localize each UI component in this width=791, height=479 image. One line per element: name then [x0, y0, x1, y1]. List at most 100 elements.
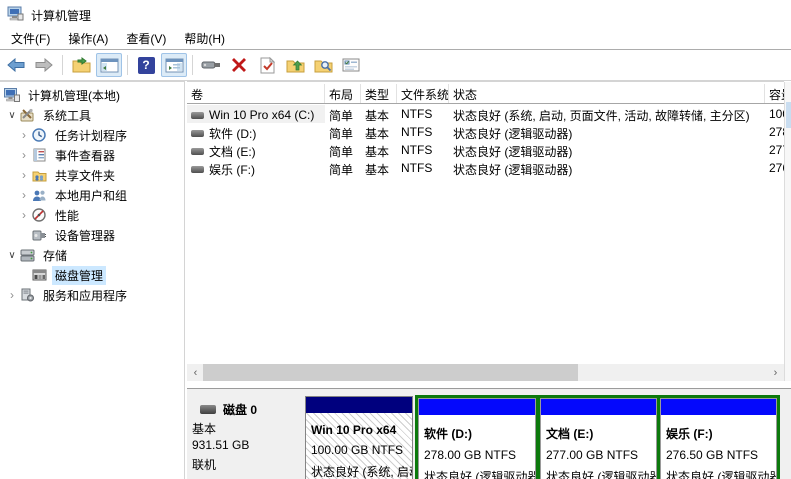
console-tree: 计算机管理(本地) ∨ 系统工具 › 任务计划程序 › 事件查看器 › 共享文件… [0, 81, 185, 479]
tree-item-computer-management-root[interactable]: 计算机管理(本地) [0, 85, 184, 105]
chevron-right-icon[interactable]: › [17, 208, 31, 222]
task-scheduler-icon [31, 128, 47, 142]
volume-icon [191, 129, 204, 137]
volume-row-f[interactable]: 娱乐 (F:) 简单 基本 NTFS 状态良好 (逻辑驱动器) 276.50 G… [187, 159, 784, 177]
column-header-status[interactable]: 状态 [449, 84, 765, 103]
disk-device-icon [201, 59, 221, 71]
volume-layout: 简单 [329, 127, 354, 141]
chevron-down-icon[interactable]: ∨ [5, 250, 19, 261]
tree-item-label: 共享文件夹 [55, 168, 116, 183]
partition-status: 状态良好 (逻辑驱动器) [666, 470, 776, 479]
column-header-volume[interactable]: 卷 [187, 84, 325, 103]
volume-icon [191, 147, 204, 155]
tree-item-storage[interactable]: ∨ 存储 [0, 245, 184, 265]
computer-management-app-icon [7, 6, 24, 21]
menu-view[interactable]: 查看(V) [117, 27, 175, 50]
help-button[interactable]: ? [133, 53, 159, 77]
column-header-capacity[interactable]: 容量 [765, 84, 784, 103]
performance-icon [31, 208, 47, 222]
forward-arrow-icon [34, 58, 54, 72]
volume-capacity: 278.00 GB [769, 125, 784, 139]
column-header-filesystem[interactable]: 文件系统 [397, 84, 449, 103]
partition-d[interactable]: 软件 (D:) 278.00 GB NTFS 状态良好 (逻辑驱动器) [418, 398, 536, 479]
forward-button[interactable] [31, 53, 57, 77]
show-action-pane-button[interactable] [161, 53, 187, 77]
folder-search-icon [314, 57, 333, 73]
volume-status: 状态良好 (逻辑驱动器) [453, 127, 573, 141]
vertical-scrollbar-thumb[interactable] [786, 102, 791, 128]
tree-item-label: 服务和应用程序 [43, 288, 128, 303]
chevron-right-icon[interactable]: › [17, 128, 31, 142]
open-parent-folder-button[interactable] [282, 53, 308, 77]
tree-item-label: 任务计划程序 [55, 128, 128, 143]
chevron-right-icon[interactable]: › [17, 168, 31, 182]
tree-item-disk-management[interactable]: 磁盘管理 [0, 265, 184, 285]
graphical-disk-view-pane: 磁盘 0 基本 931.51 GB 联机 Win 10 Pro x64 100.… [187, 388, 791, 479]
partition-status: 状态良好 (逻辑驱动器) [424, 470, 535, 479]
menu-help[interactable]: 帮助(H) [175, 27, 234, 50]
volume-row-d[interactable]: 软件 (D:) 简单 基本 NTFS 状态良好 (逻辑驱动器) 278.00 G… [187, 123, 784, 141]
disk-view-button[interactable] [198, 53, 224, 77]
check-properties-button[interactable] [254, 53, 280, 77]
services-icon [19, 288, 35, 302]
help-icon: ? [137, 56, 155, 74]
tree-item-local-users-and-groups[interactable]: › 本地用户和组 [0, 185, 184, 205]
users-icon [31, 188, 47, 202]
volume-type: 基本 [365, 145, 390, 159]
horizontal-scrollbar[interactable]: ‹ › [187, 364, 784, 381]
toolbar-separator [192, 55, 193, 75]
disk0-info-box[interactable]: 磁盘 0 基本 931.51 GB 联机 [190, 389, 302, 479]
tree-item-services-and-applications[interactable]: › 服务和应用程序 [0, 285, 184, 305]
partition-size: 276.50 GB NTFS [666, 448, 759, 462]
tree-item-shared-folders[interactable]: › 共享文件夹 [0, 165, 184, 185]
scroll-left-icon[interactable]: ‹ [187, 364, 204, 381]
volume-row-e[interactable]: 文档 (E:) 简单 基本 NTFS 状态良好 (逻辑驱动器) 277.00 G… [187, 141, 784, 159]
explore-button[interactable] [310, 53, 336, 77]
volume-status: 状态良好 (逻辑驱动器) [453, 145, 573, 159]
tree-item-event-viewer[interactable]: › 事件查看器 [0, 145, 184, 165]
volume-name: 文档 (E:) [209, 144, 256, 159]
chevron-right-icon[interactable]: › [17, 188, 31, 202]
logical-drive-color-bar [661, 399, 776, 415]
show-console-tree-button[interactable] [96, 53, 122, 77]
delete-volume-button[interactable] [226, 53, 252, 77]
properties-form-icon [342, 58, 360, 72]
tree-item-device-manager[interactable]: 设备管理器 [0, 225, 184, 245]
back-button[interactable] [3, 53, 29, 77]
partition-f[interactable]: 娱乐 (F:) 276.50 GB NTFS 状态良好 (逻辑驱动器) [660, 398, 777, 479]
volume-fs: NTFS [401, 143, 433, 157]
properties-button[interactable] [338, 53, 364, 77]
back-arrow-icon [6, 58, 26, 72]
partition-c[interactable]: Win 10 Pro x64 100.00 GB NTFS 状态良好 (系统, … [305, 396, 413, 479]
tree-item-label: 事件查看器 [55, 148, 116, 163]
chevron-right-icon[interactable]: › [5, 288, 19, 302]
chevron-right-icon[interactable]: › [17, 148, 31, 162]
storage-icon [19, 248, 35, 262]
export-list-button[interactable] [68, 53, 94, 77]
volume-layout: 简单 [329, 163, 354, 177]
menu-action[interactable]: 操作(A) [59, 27, 117, 50]
volume-icon [191, 165, 204, 173]
tree-item-task-scheduler[interactable]: › 任务计划程序 [0, 125, 184, 145]
scroll-right-icon[interactable]: › [767, 364, 784, 381]
column-header-layout[interactable]: 布局 [325, 84, 361, 103]
volume-fs: NTFS [401, 107, 433, 121]
vertical-scrollbar[interactable] [784, 82, 791, 381]
column-header-type[interactable]: 类型 [361, 84, 397, 103]
tree-item-system-tools[interactable]: ∨ 系统工具 [0, 105, 184, 125]
volume-row-c[interactable]: Win 10 Pro x64 (C:) 简单 基本 NTFS 状态良好 (系统,… [187, 105, 784, 123]
title-bar: 计算机管理 [0, 0, 791, 28]
menu-file[interactable]: 文件(F) [2, 27, 59, 50]
logical-drive-color-bar [541, 399, 656, 415]
toolbar: ? [0, 50, 791, 81]
partition-name: 文档 (E:) [546, 427, 594, 441]
disk-icon [200, 405, 216, 414]
document-check-icon [260, 56, 275, 74]
chevron-down-icon[interactable]: ∨ [5, 110, 19, 121]
horizontal-scrollbar-thumb[interactable] [203, 364, 578, 381]
tree-item-performance[interactable]: › 性能 [0, 205, 184, 225]
volume-list-header: 卷 布局 类型 文件系统 状态 容量 [187, 84, 784, 104]
toolbar-separator [62, 55, 63, 75]
partition-e[interactable]: 文档 (E:) 277.00 GB NTFS 状态良好 (逻辑驱动器) [540, 398, 657, 479]
console-tree-icon [100, 58, 119, 73]
